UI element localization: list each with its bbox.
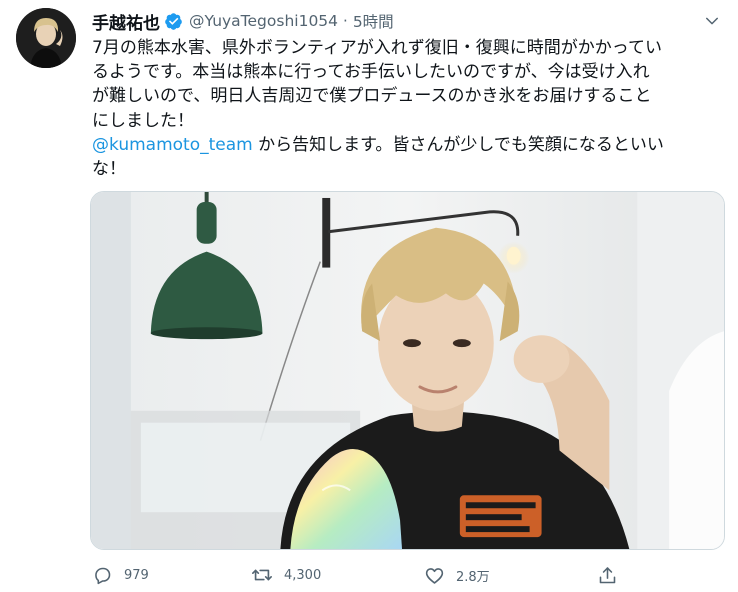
verified-badge-icon <box>164 12 183 31</box>
reply-button[interactable]: 979 <box>90 560 149 590</box>
share-button[interactable] <box>595 560 619 590</box>
tweet-header: 手越祐也 @YuyaTegoshi1054 · 5時間 <box>92 9 724 34</box>
reply-count: 979 <box>124 567 149 583</box>
tweet-text-line: が難しいので、明日人吉周辺で僕プロデュースのかき氷をお届けすること <box>92 86 652 107</box>
like-button[interactable]: 2.8万 <box>422 560 490 590</box>
retweet-button[interactable]: 4,300 <box>250 560 321 590</box>
tweet-text: 7月の熊本水害、県外ボランティアが入れず復旧・復興に時間がかかってい るようです… <box>92 36 728 181</box>
separator-dot: · <box>343 12 348 30</box>
heart-icon <box>422 563 446 587</box>
tweet-text-line: な！ <box>92 159 126 180</box>
tweet-text-fragment: から告知します。皆さんが少しでも笑顔になるといい <box>252 134 664 155</box>
reply-icon <box>90 563 114 587</box>
tweet-actions: 979 4,300 2.8万 <box>90 560 630 590</box>
avatar-photo <box>16 8 76 68</box>
tweet-text-line: にしました！ <box>92 110 194 131</box>
tweet-photo[interactable] <box>90 191 725 550</box>
timestamp[interactable]: 5時間 <box>353 10 394 32</box>
like-count: 2.8万 <box>456 569 490 585</box>
mention-link[interactable]: @kumamoto_team <box>92 135 253 155</box>
tweet-text-line: 7月の熊本水害、県外ボランティアが入れず復旧・復興に時間がかかってい <box>92 38 662 58</box>
chevron-down-icon[interactable] <box>700 9 724 33</box>
tweet-text-line: @kumamoto_team から告知します。皆さんが少しでも笑顔になるといい <box>92 133 728 157</box>
user-handle[interactable]: @YuyaTegoshi1054 <box>189 12 338 30</box>
retweet-icon <box>250 563 274 587</box>
retweet-count: 4,300 <box>284 567 322 583</box>
display-name[interactable]: 手越祐也 <box>92 9 160 34</box>
photo-image <box>91 192 724 549</box>
tweet-text-line: るようです。本当は熊本に行ってお手伝いしたいのですが、今は受け入れ <box>92 62 650 83</box>
share-icon <box>595 563 619 587</box>
avatar[interactable] <box>16 8 76 68</box>
